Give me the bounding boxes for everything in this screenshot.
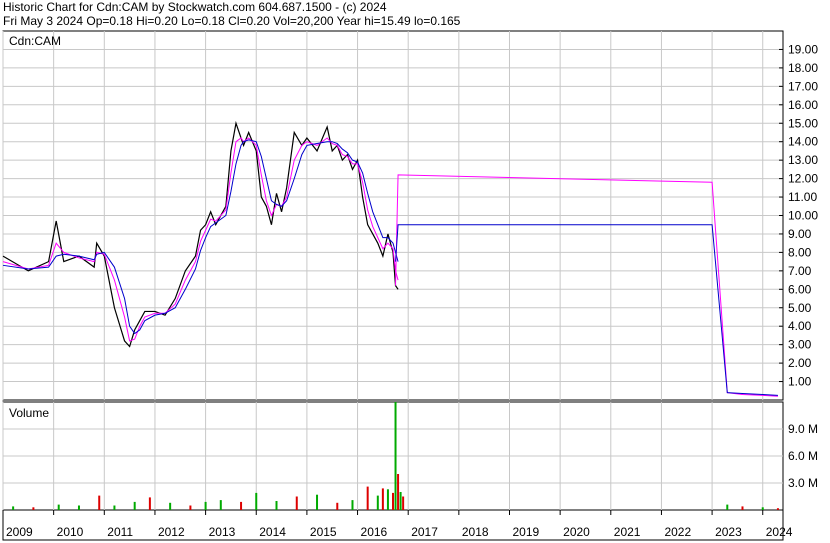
volume-tick-label: 9.0 M <box>788 422 818 436</box>
year-tick-label: 2018 <box>462 525 489 539</box>
volume-panel-title: Volume <box>9 406 49 420</box>
price-tick-label: 14.00 <box>788 135 818 149</box>
price-tick-label: 12.00 <box>788 172 818 186</box>
volume-tick-label: 3.0 M <box>788 476 818 490</box>
price-y-axis: 1.00 2.00 3.00 4.00 5.00 6.00 7.00 8.00 9.00 10.0… <box>779 42 818 389</box>
price-tick-label: 1.00 <box>788 375 812 389</box>
price-tick-label: 9.00 <box>788 227 812 241</box>
price-tick-label: 6.00 <box>788 282 812 296</box>
year-tick-label: 2009 <box>6 525 33 539</box>
price-tick-label: 18.00 <box>788 61 818 75</box>
price-tick-label: 7.00 <box>788 264 812 278</box>
price-tick-label: 2.00 <box>788 356 812 370</box>
year-tick-label: 2014 <box>259 525 286 539</box>
year-tick-label: 2022 <box>664 525 691 539</box>
year-tick-label: 2024 <box>766 525 793 539</box>
price-tick-label: 13.00 <box>788 153 818 167</box>
volume-tick-label: 6.0 M <box>788 449 818 463</box>
year-tick-label: 2012 <box>158 525 185 539</box>
stock-chart: 1.00 2.00 3.00 4.00 5.00 6.00 7.00 8.00 9.00 10.0… <box>2 30 818 541</box>
volume-y-axis: 3.0 M 6.0 M 9.0 M <box>788 422 818 490</box>
price-tick-label: 4.00 <box>788 319 812 333</box>
year-tick-label: 2021 <box>614 525 641 539</box>
price-panel-title: Cdn:CAM <box>9 34 61 48</box>
price-tick-label: 10.00 <box>788 209 818 223</box>
price-tick-label: 11.00 <box>788 190 817 204</box>
year-tick-label: 2010 <box>57 525 84 539</box>
year-tick-label: 2011 <box>107 525 133 539</box>
price-tick-label: 5.00 <box>788 301 812 315</box>
price-tick-label: 3.00 <box>788 338 812 352</box>
year-tick-label: 2020 <box>563 525 590 539</box>
price-tick-label: 17.00 <box>788 79 818 93</box>
year-tick-label: 2023 <box>715 525 742 539</box>
year-tick-label: 2015 <box>310 525 337 539</box>
price-tick-label: 8.00 <box>788 245 812 259</box>
year-tick-label: 2019 <box>512 525 539 539</box>
price-tick-label: 15.00 <box>788 116 818 130</box>
year-tick-label: 2016 <box>361 525 388 539</box>
price-tick-label: 19.00 <box>788 42 818 56</box>
year-tick-label: 2013 <box>209 525 236 539</box>
price-tick-label: 16.00 <box>788 98 818 112</box>
year-tick-label: 2017 <box>411 525 438 539</box>
